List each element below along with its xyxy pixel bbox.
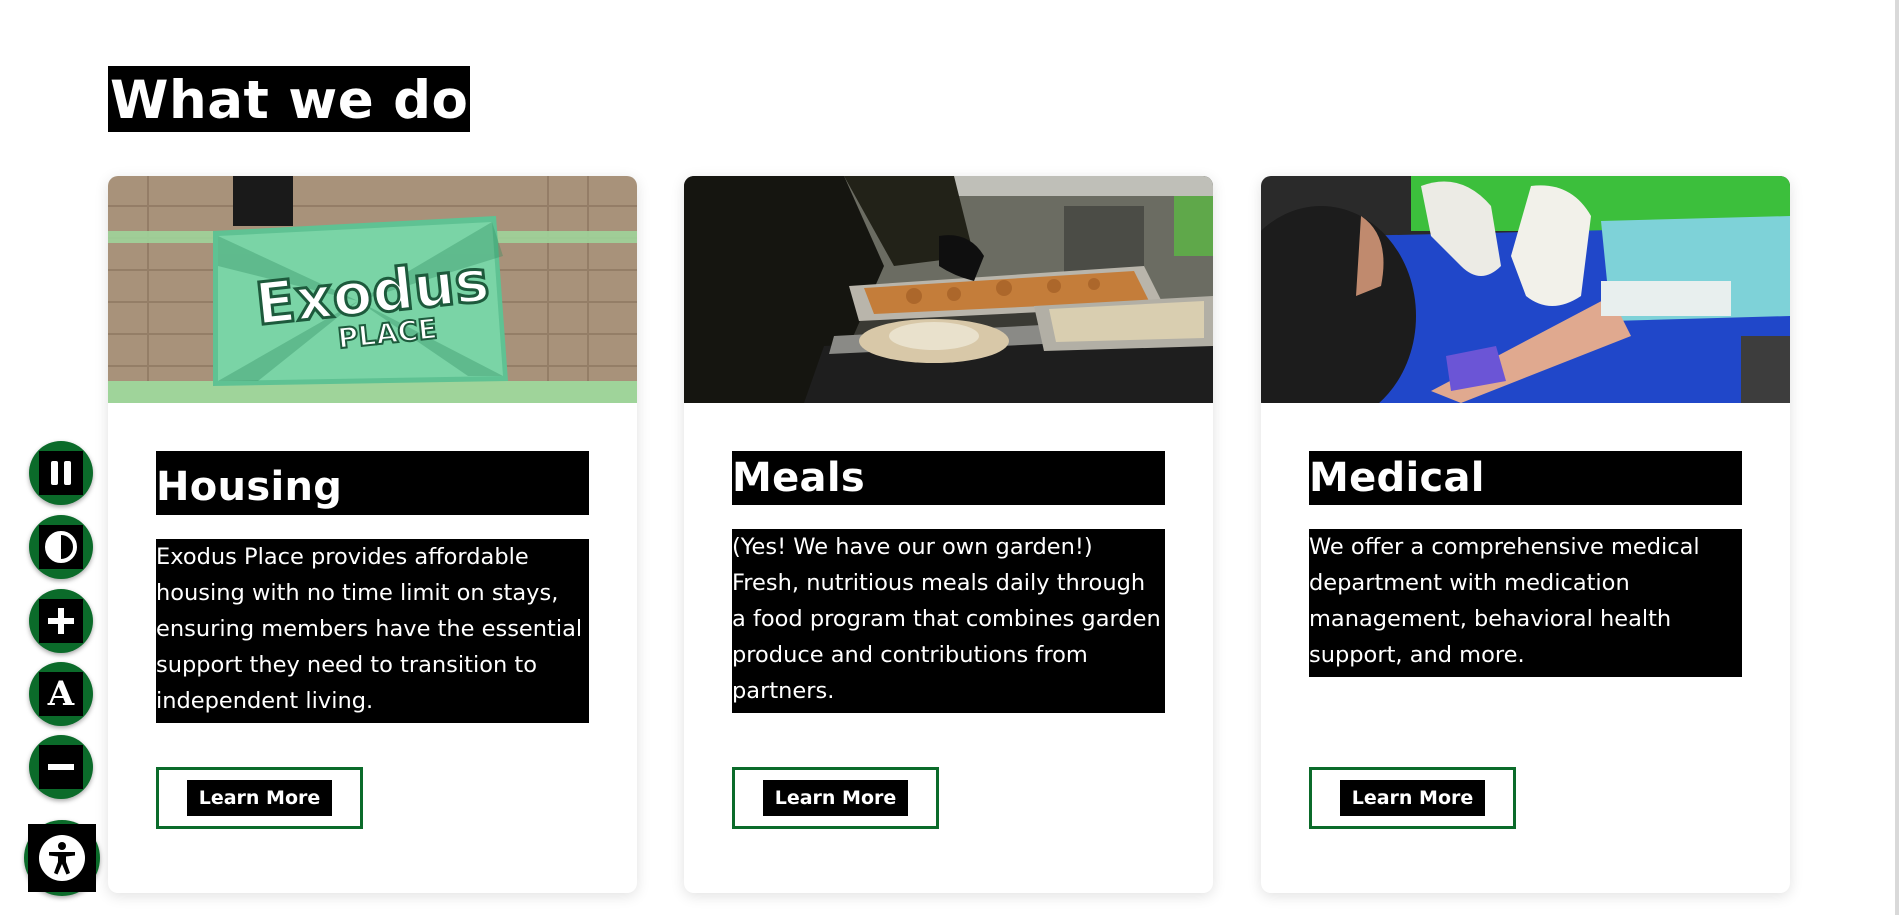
scrollbar-thumb[interactable] xyxy=(1895,0,1899,915)
medical-card-body: Medical We offer a comprehensive medical… xyxy=(1309,451,1742,677)
accessibility-person-icon xyxy=(28,824,96,892)
service-card-medical: Medical We offer a comprehensive medical… xyxy=(1261,176,1790,893)
housing-learn-more-label: Learn More xyxy=(186,780,333,816)
services-card-list: Exodus PLACE Housing Exodus Place provid… xyxy=(108,176,1790,893)
meals-learn-more-button[interactable]: Learn More xyxy=(732,767,939,829)
increase-text-button[interactable] xyxy=(29,589,93,653)
contrast-icon xyxy=(39,525,83,569)
minus-icon xyxy=(39,745,83,789)
medical-description: We offer a comprehensive medical departm… xyxy=(1309,529,1742,677)
decrease-text-button[interactable] xyxy=(29,735,93,799)
housing-learn-more-button[interactable]: Learn More xyxy=(156,767,363,829)
font-letter-icon: A xyxy=(39,672,83,716)
medical-learn-more-button[interactable]: Learn More xyxy=(1309,767,1516,829)
medical-learn-more-label: Learn More xyxy=(1339,780,1486,816)
meals-title: Meals xyxy=(732,451,1165,505)
housing-card-body: Housing Exodus Place provides affordable… xyxy=(156,451,589,723)
plus-icon xyxy=(39,599,83,643)
housing-title: Housing xyxy=(156,451,589,515)
housing-description: Exodus Place provides affordable housing… xyxy=(156,539,589,723)
meals-description: (Yes! We have our own garden!) Fresh, nu… xyxy=(732,529,1165,713)
building-banner-photo-icon: Exodus PLACE xyxy=(108,176,637,403)
meals-learn-more-label: Learn More xyxy=(762,780,909,816)
medical-blood-draw-photo-icon xyxy=(1261,176,1790,403)
toggle-contrast-button[interactable] xyxy=(29,515,93,579)
readable-font-button[interactable]: A xyxy=(29,662,93,726)
accessibility-menu-button[interactable] xyxy=(24,820,100,896)
page: What we do Exodus PLACE Housing Exodus P… xyxy=(0,0,1899,915)
meals-image xyxy=(684,176,1213,403)
food-serving-photo-icon xyxy=(684,176,1213,403)
service-card-meals: Meals (Yes! We have our own garden!) Fre… xyxy=(684,176,1213,893)
pause-animations-button[interactable] xyxy=(29,441,93,505)
font-letter-glyph: A xyxy=(47,674,75,714)
scrollbar-track[interactable] xyxy=(1895,0,1899,915)
section-title: What we do xyxy=(108,66,471,132)
medical-image xyxy=(1261,176,1790,403)
housing-image: Exodus PLACE xyxy=(108,176,637,403)
pause-icon xyxy=(39,451,83,495)
service-card-housing: Exodus PLACE Housing Exodus Place provid… xyxy=(108,176,637,893)
meals-card-body: Meals (Yes! We have our own garden!) Fre… xyxy=(732,451,1165,713)
medical-title: Medical xyxy=(1309,451,1742,505)
